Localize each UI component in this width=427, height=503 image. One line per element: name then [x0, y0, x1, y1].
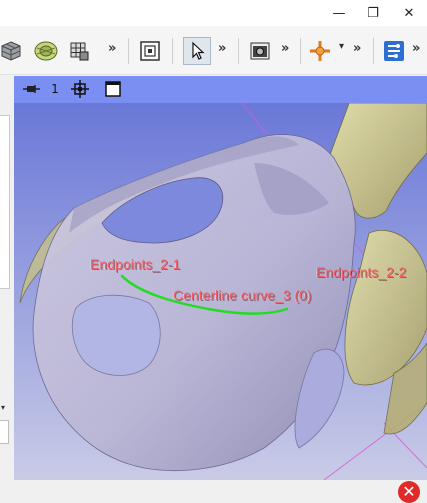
fit-view-icon — [140, 41, 160, 61]
toolbar-separator — [373, 38, 374, 64]
mesh-grid-icon — [70, 42, 89, 61]
restore-icon: ❐ — [367, 5, 379, 21]
cube-view-button[interactable] — [0, 40, 22, 62]
panel-dropdown-arrow[interactable]: ▾ — [1, 403, 5, 412]
3d-view[interactable]: Endpoints_2-1 Endpoints_2-2 Centerline c… — [14, 103, 427, 480]
toolbar-overflow-1[interactable]: » — [108, 41, 117, 56]
fiducial-dropdown-arrow[interactable]: ▾ — [339, 41, 344, 52]
centerline-label[interactable]: Centerline curve_3 (0) — [173, 287, 312, 303]
toolbar-overflow-3[interactable]: » — [281, 41, 290, 56]
mouse-pointer-icon — [192, 41, 205, 60]
endpoint-label-2[interactable]: Endpoints_2-2 — [316, 264, 406, 280]
module-panel-scrollarea[interactable] — [0, 115, 10, 289]
segment-mesh-button[interactable] — [68, 40, 90, 62]
pointer-mode-button[interactable] — [183, 37, 211, 65]
extensions-icon — [384, 41, 404, 61]
pin-icon — [23, 85, 40, 93]
module-panel: ▾ — [0, 75, 14, 500]
view-layout-number: 1 — [51, 82, 59, 96]
close-window-button[interactable]: ✕ — [392, 0, 426, 26]
center-view-button[interactable] — [70, 80, 90, 98]
endpoint-label-1[interactable]: Endpoints_2-1 — [90, 256, 180, 272]
minimize-button[interactable]: — — [322, 0, 356, 26]
models-button[interactable] — [33, 40, 59, 62]
toolbar-overflow-5[interactable]: » — [412, 41, 421, 56]
center-view-icon — [71, 80, 89, 98]
maximize-view-button[interactable] — [104, 80, 122, 98]
place-fiducial-button[interactable] — [309, 40, 331, 62]
toolbar-separator — [238, 38, 239, 64]
restore-button[interactable]: ❐ — [356, 0, 390, 26]
extension-manager-button[interactable] — [383, 40, 405, 62]
main-toolbar: » » » ▾ » » — [0, 26, 427, 75]
error-close-icon: ✕ — [402, 482, 416, 501]
fiducial-crosshair-icon — [310, 41, 330, 61]
toolbar-separator — [300, 38, 301, 64]
toolbar-overflow-2[interactable]: » — [218, 41, 227, 56]
toolbar-separator — [128, 38, 129, 64]
title-bar: — ❐ ✕ — [0, 0, 427, 26]
camera-icon — [250, 42, 270, 60]
minimize-icon: — — [332, 5, 346, 21]
panel-input-field[interactable] — [0, 420, 9, 444]
slice-layout-button[interactable] — [139, 40, 161, 62]
close-icon: ✕ — [403, 5, 415, 21]
status-bar — [0, 480, 427, 500]
screenshot-button[interactable] — [249, 40, 271, 62]
view-controller-bar: 1 — [14, 76, 427, 103]
toolbar-overflow-4[interactable]: » — [353, 41, 362, 56]
cube-icon — [1, 41, 21, 61]
maximize-view-icon — [105, 81, 121, 97]
pin-button[interactable] — [22, 80, 42, 98]
model-surface-icon — [34, 41, 58, 61]
toolbar-separator — [172, 38, 173, 64]
